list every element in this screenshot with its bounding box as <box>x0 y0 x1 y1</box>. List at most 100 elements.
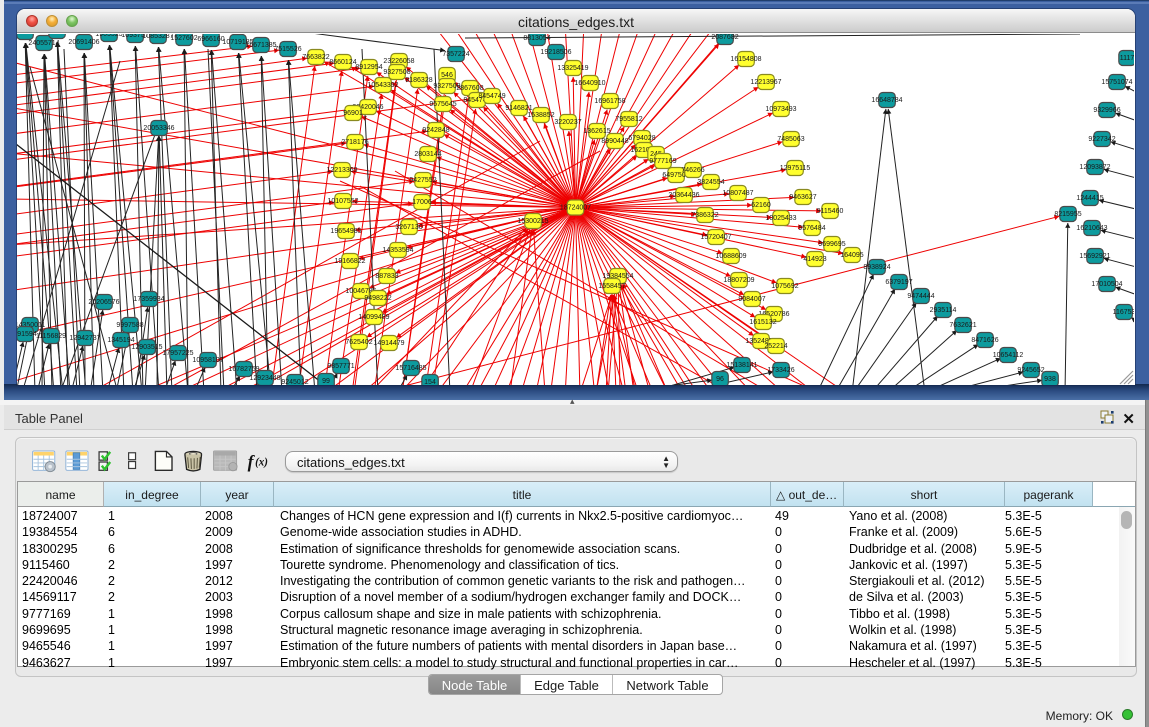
svg-text:7625402: 7625402 <box>345 339 372 346</box>
svg-text:15300215: 15300215 <box>517 218 548 225</box>
svg-text:2803144: 2803144 <box>414 151 441 158</box>
svg-text:2935114: 2935114 <box>930 307 957 314</box>
svg-text:7386322: 7386322 <box>691 212 718 219</box>
svg-text:18724007: 18724007 <box>560 205 591 212</box>
svg-text:164095: 164095 <box>840 252 863 259</box>
svg-text:1733426: 1733426 <box>767 367 794 374</box>
svg-text:391594: 391594 <box>17 331 37 338</box>
svg-text:19654985: 19654985 <box>330 228 361 235</box>
svg-text:10107552: 10107552 <box>327 198 358 205</box>
svg-text:8471626: 8471626 <box>971 337 998 344</box>
svg-text:10025433: 10025433 <box>765 215 796 222</box>
svg-text:14914479: 14914479 <box>373 340 404 347</box>
svg-text:9084007: 9084007 <box>738 296 765 303</box>
svg-text:9329966: 9329966 <box>1093 107 1120 114</box>
svg-text:9777169: 9777169 <box>649 158 676 165</box>
svg-text:12923448: 12923448 <box>249 375 280 382</box>
svg-text:24055714: 24055714 <box>28 40 59 47</box>
svg-text:(x): (x) <box>255 457 268 469</box>
svg-text:15138141: 15138141 <box>726 362 757 369</box>
svg-text:9427552: 9427552 <box>409 177 436 184</box>
svg-text:8186328: 8186328 <box>405 77 432 84</box>
svg-text:16961758: 16961758 <box>594 98 625 105</box>
svg-text:12975115: 12975115 <box>780 165 811 172</box>
svg-text:15716485: 15716485 <box>395 365 426 372</box>
svg-text:9245652: 9245652 <box>1017 367 1044 374</box>
svg-text:9463627: 9463627 <box>789 194 816 201</box>
svg-text:9245012: 9245012 <box>281 379 308 385</box>
svg-text:8938924: 8938924 <box>863 264 890 271</box>
svg-text:1538852: 1538852 <box>527 112 554 119</box>
svg-text:6966160: 6966160 <box>197 36 224 43</box>
svg-text:18807209: 18807209 <box>723 277 754 284</box>
svg-text:2718176: 2718176 <box>341 139 368 146</box>
svg-text:7515526: 7515526 <box>274 46 301 53</box>
svg-text:9575645: 9575645 <box>429 101 456 108</box>
svg-text:96: 96 <box>716 376 724 383</box>
svg-text:9576484: 9576484 <box>798 225 825 232</box>
svg-text:116753: 116753 <box>1113 309 1134 316</box>
svg-text:20053346: 20053346 <box>143 125 174 132</box>
svg-text:3267130: 3267130 <box>395 224 422 231</box>
svg-text:10543392: 10543392 <box>367 82 398 89</box>
svg-text:7485063: 7485063 <box>777 136 804 143</box>
svg-text:8813054: 8813054 <box>523 35 550 42</box>
svg-text:154: 154 <box>424 379 436 385</box>
svg-text:9699695: 9699695 <box>818 241 845 248</box>
svg-text:11156829: 11156829 <box>36 333 66 340</box>
svg-text:10853287: 10853287 <box>142 34 173 40</box>
svg-text:8215955: 8215955 <box>1054 211 1081 218</box>
svg-text:8912954: 8912954 <box>355 64 382 71</box>
svg-text:8990448: 8990448 <box>601 138 628 145</box>
svg-text:99: 99 <box>322 378 330 385</box>
svg-text:252214: 252214 <box>764 343 787 350</box>
svg-text:8660124: 8660124 <box>329 59 356 66</box>
svg-text:16671385: 16671385 <box>245 42 276 49</box>
svg-text:12903515: 12903515 <box>131 344 162 351</box>
svg-text:7632621: 7632621 <box>949 322 976 329</box>
svg-text:20691406: 20691406 <box>68 39 99 46</box>
svg-text:3220237: 3220237 <box>554 119 581 126</box>
svg-text:10688609: 10688609 <box>715 253 746 260</box>
svg-text:6379197: 6379197 <box>885 279 912 286</box>
svg-text:2087682: 2087682 <box>711 34 738 41</box>
svg-text:16640910: 16640910 <box>574 80 605 87</box>
svg-text:62160: 62160 <box>751 202 771 209</box>
svg-text:9997588: 9997588 <box>116 322 143 329</box>
svg-text:1075692: 1075692 <box>771 283 798 290</box>
svg-text:20206576: 20206576 <box>88 299 119 306</box>
svg-text:17006: 17006 <box>412 199 432 206</box>
svg-text:1527602: 1527602 <box>170 35 197 42</box>
svg-text:9227342: 9227342 <box>1088 136 1115 143</box>
svg-text:16648784: 16648784 <box>871 97 902 104</box>
svg-text:887833: 887833 <box>375 273 398 280</box>
svg-text:1244415: 1244415 <box>1076 195 1103 202</box>
svg-text:10654112: 10654112 <box>993 352 1024 359</box>
svg-text:1345194: 1345194 <box>107 337 134 344</box>
svg-text:1362615: 1362615 <box>583 128 610 135</box>
svg-text:12213369: 12213369 <box>326 167 357 174</box>
svg-text:15692921: 15692921 <box>1079 253 1110 260</box>
svg-text:3824554: 3824554 <box>697 179 724 186</box>
svg-text:9857771: 9857771 <box>327 363 354 370</box>
svg-text:13325419: 13325419 <box>557 65 588 72</box>
svg-text:12213967: 12213967 <box>750 79 781 86</box>
svg-text:746266: 746266 <box>681 167 704 174</box>
svg-text:10958107: 10958107 <box>192 357 223 364</box>
svg-text:9115460: 9115460 <box>817 208 844 215</box>
svg-text:9242848: 9242848 <box>422 127 449 134</box>
svg-text:16154808: 16154808 <box>730 56 761 63</box>
svg-text:1615132: 1615132 <box>749 319 776 326</box>
svg-text:19218506: 19218506 <box>540 49 571 56</box>
svg-text:14353594: 14353594 <box>382 247 413 254</box>
svg-text:16782759: 16782759 <box>228 366 259 373</box>
svg-text:17359934: 17359934 <box>133 296 164 303</box>
svg-text:7955812: 7955812 <box>615 116 642 123</box>
svg-text:1905523: 1905523 <box>95 34 122 38</box>
svg-text:8454749: 8454749 <box>478 93 505 100</box>
svg-text:14099489: 14099489 <box>358 314 389 321</box>
svg-text:9327508: 9327508 <box>383 69 410 76</box>
svg-text:20364436: 20364436 <box>668 192 699 199</box>
svg-text:1558457: 1558457 <box>598 283 625 290</box>
svg-text:12942737: 12942737 <box>69 335 100 342</box>
